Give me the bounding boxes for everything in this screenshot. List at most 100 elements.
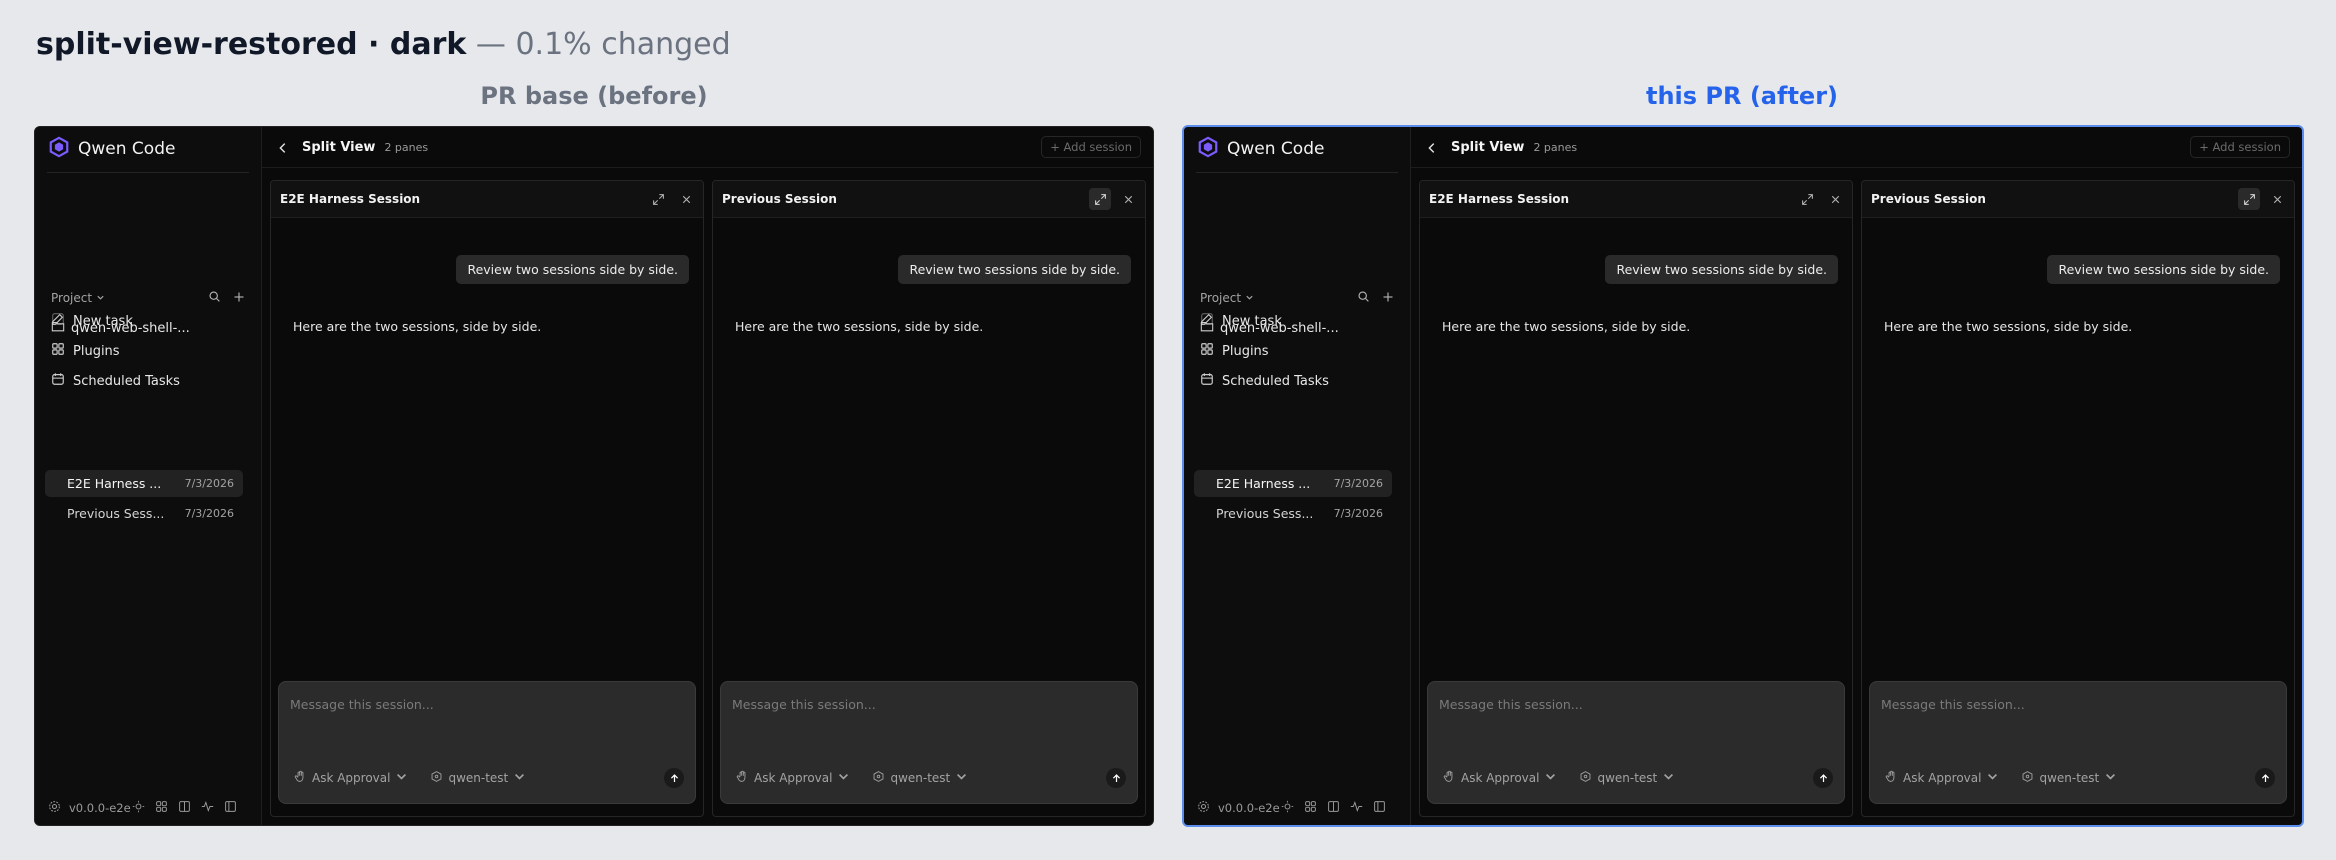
project-label[interactable]: Project — [51, 291, 92, 305]
settings-gear-icon[interactable] — [1197, 800, 1210, 816]
composer-placeholder[interactable]: Message this session... — [290, 697, 434, 712]
model-cube-icon — [2021, 770, 2034, 786]
composer-placeholder[interactable]: Message this session... — [1881, 697, 2025, 712]
apps-grid-icon[interactable] — [1304, 800, 1317, 816]
plus-icon[interactable] — [1382, 291, 1394, 306]
approval-mode-select[interactable]: Ask Approval — [294, 770, 408, 786]
project-label[interactable]: Project — [1200, 291, 1241, 305]
plus-icon[interactable] — [233, 291, 245, 306]
composer-toolbar: Ask Approval qwen-test — [736, 768, 1126, 788]
approval-label: Ask Approval — [754, 771, 833, 785]
nav-scheduled-tasks[interactable]: Scheduled Tasks — [1200, 369, 1329, 393]
maximize-icon[interactable] — [1089, 188, 1111, 210]
message-composer[interactable]: Message this session... Ask Approval qwe… — [278, 681, 696, 804]
plugin-icon — [1200, 342, 1214, 360]
back-chevron-icon[interactable] — [1425, 140, 1439, 154]
session-item-e2e-harness[interactable]: E2E Harness ... 7/3/2026 — [45, 470, 243, 497]
composer-toolbar: Ask Approval qwen-test — [1443, 768, 1833, 788]
send-arrow-icon[interactable] — [664, 768, 684, 788]
maximize-icon[interactable] — [1796, 188, 1818, 210]
split-panel-icon[interactable] — [178, 800, 191, 816]
apps-grid-icon[interactable] — [155, 800, 168, 816]
model-label: qwen-test — [890, 771, 951, 785]
close-icon[interactable] — [1117, 188, 1139, 210]
app-name: Qwen Code — [1227, 139, 1325, 159]
message-composer[interactable]: Message this session... Ask Approval qwe… — [1427, 681, 1845, 804]
add-session-button[interactable]: + Add session — [1041, 136, 1141, 158]
model-select[interactable]: qwen-test — [872, 770, 968, 786]
back-chevron-icon[interactable] — [276, 140, 290, 154]
close-icon[interactable] — [2266, 188, 2288, 210]
sidebar-divider — [1196, 172, 1398, 173]
calendar-icon — [51, 372, 65, 390]
session-item-previous[interactable]: Previous Sess... 7/3/2026 — [1194, 500, 1392, 527]
sidebar: Qwen Code New task Plugins Scheduled Tas… — [35, 127, 262, 825]
send-arrow-icon[interactable] — [2255, 768, 2275, 788]
sidebar-divider — [47, 172, 249, 173]
user-message: Review two sessions side by side. — [1605, 255, 1838, 284]
maximize-icon[interactable] — [647, 188, 669, 210]
composer-placeholder[interactable]: Message this session... — [1439, 697, 1583, 712]
hand-icon — [736, 770, 749, 786]
message-composer[interactable]: Message this session... Ask Approval qwe… — [1869, 681, 2287, 804]
after-label: this PR (after) — [1645, 82, 1838, 110]
approval-mode-select[interactable]: Ask Approval — [1443, 770, 1557, 786]
model-label: qwen-test — [448, 771, 509, 785]
send-arrow-icon[interactable] — [1106, 768, 1126, 788]
session-item-previous[interactable]: Previous Sess... 7/3/2026 — [45, 500, 243, 527]
split-view-topbar: Split View 2 panes + Add session — [262, 127, 1153, 168]
folder-icon — [51, 319, 65, 337]
hand-icon — [1885, 770, 1898, 786]
page-title: split-view-restored · dark — 0.1% change… — [36, 27, 731, 62]
nav-plugins[interactable]: Plugins — [51, 339, 120, 363]
sidebar-toggle-icon[interactable] — [1373, 800, 1386, 816]
project-folder[interactable]: qwen-web-shell-... — [51, 317, 251, 339]
session-pane: Previous Session Review two sessions sid… — [1861, 180, 2295, 817]
approval-mode-select[interactable]: Ask Approval — [736, 770, 850, 786]
hand-icon — [294, 770, 307, 786]
message-composer[interactable]: Message this session... Ask Approval qwe… — [720, 681, 1138, 804]
split-panel-icon[interactable] — [1327, 800, 1340, 816]
nav-scheduled-tasks[interactable]: Scheduled Tasks — [51, 369, 180, 393]
chevron-down-icon — [1986, 770, 1999, 786]
chevron-down-icon[interactable] — [1245, 291, 1254, 305]
logo-row: Qwen Code — [48, 136, 176, 161]
search-icon[interactable] — [208, 290, 221, 306]
close-icon[interactable] — [1824, 188, 1846, 210]
project-folder[interactable]: qwen-web-shell-... — [1200, 317, 1400, 339]
maximize-icon[interactable] — [2238, 188, 2260, 210]
close-icon[interactable] — [675, 188, 697, 210]
sidebar-footer: v0.0.0-e2e — [48, 799, 237, 817]
model-select[interactable]: qwen-test — [1579, 770, 1675, 786]
model-select[interactable]: qwen-test — [430, 770, 526, 786]
chevron-down-icon — [1544, 770, 1557, 786]
approval-mode-select[interactable]: Ask Approval — [1885, 770, 1999, 786]
activity-icon[interactable] — [1350, 800, 1363, 816]
nav-plugins[interactable]: Plugins — [1200, 339, 1269, 363]
theme-sun-icon[interactable] — [1281, 800, 1294, 816]
sidebar-toggle-icon[interactable] — [224, 800, 237, 816]
session-item-e2e-harness[interactable]: E2E Harness ... 7/3/2026 — [1194, 470, 1392, 497]
activity-icon[interactable] — [201, 800, 214, 816]
logo-row: Qwen Code — [1197, 136, 1325, 161]
folder-name: qwen-web-shell-... — [1220, 320, 1339, 336]
session-name: Previous Sess... — [67, 506, 165, 521]
app-window-after: Qwen Code New task Plugins Scheduled Tas… — [1182, 125, 2304, 827]
session-name: E2E Harness ... — [67, 476, 162, 491]
app-name: Qwen Code — [78, 139, 176, 159]
theme-sun-icon[interactable] — [132, 800, 145, 816]
search-icon[interactable] — [1357, 290, 1370, 306]
pane-header: E2E Harness Session — [271, 181, 703, 218]
send-arrow-icon[interactable] — [1813, 768, 1833, 788]
folder-icon — [1200, 319, 1214, 337]
calendar-icon — [1200, 372, 1214, 390]
add-session-button[interactable]: + Add session — [2190, 136, 2290, 158]
composer-placeholder[interactable]: Message this session... — [732, 697, 876, 712]
model-label: qwen-test — [1597, 771, 1658, 785]
project-header: Project — [1200, 288, 1394, 308]
approval-label: Ask Approval — [1903, 771, 1982, 785]
model-select[interactable]: qwen-test — [2021, 770, 2117, 786]
chevron-down-icon[interactable] — [96, 291, 105, 305]
settings-gear-icon[interactable] — [48, 800, 61, 816]
main-area: Split View 2 panes + Add session E2E Har… — [262, 127, 1153, 825]
